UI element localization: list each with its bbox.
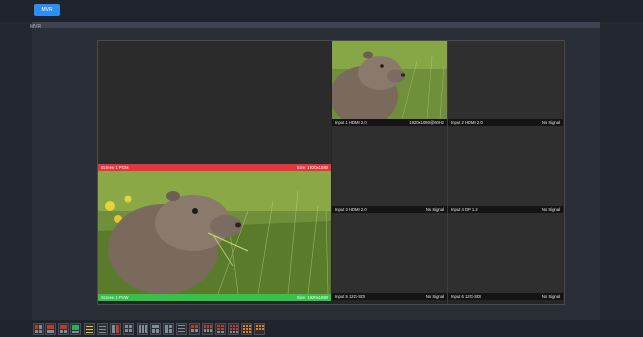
input-2-label: Input 2 HDMI 2.0 No Signal xyxy=(448,119,563,126)
screen-pvw-name: Screen 1 PVW xyxy=(101,295,129,300)
screen-pgm-view[interactable] xyxy=(98,41,331,171)
input-5-label: Input 5 12G-SDI No Signal xyxy=(332,293,447,300)
layout-grid-icon[interactable] xyxy=(176,323,187,335)
layout-1x2-icon[interactable] xyxy=(45,323,56,335)
tab-mvr[interactable]: MVR xyxy=(34,4,60,16)
input-6-view[interactable] xyxy=(448,213,563,293)
multiviewer-app: MVR MVR Screen 1 PGM Size: 1920x1080 Scr… xyxy=(0,0,643,337)
layout-2x2-icon[interactable] xyxy=(33,323,44,335)
input-1-name: Input 1 HDMI 2.0 xyxy=(335,120,367,125)
layout-orange-grid-2-icon[interactable] xyxy=(254,323,265,335)
input-6-status: No Signal xyxy=(541,294,560,299)
layout-red-grid-icon[interactable] xyxy=(189,323,200,335)
input-5-status: No Signal xyxy=(425,294,444,299)
input-3-status: No Signal xyxy=(425,207,444,212)
input-2-name: Input 2 HDMI 2.0 xyxy=(451,120,483,125)
left-panel xyxy=(0,22,32,320)
screen-pgm-size: Size: 1920x1080 xyxy=(296,165,328,170)
input-4-label: Input 4 DP 1.2 No Signal xyxy=(448,206,563,213)
layout-8-icon[interactable] xyxy=(123,323,134,335)
input-4-status: No Signal xyxy=(541,207,560,212)
screen-pgm-bar: Screen 1 PGM Size: 1920x1080 xyxy=(98,164,331,171)
screen-pvw-bar: Screen 1 PVW Size: 1920x1080 xyxy=(98,294,331,301)
layout-quad-icon[interactable] xyxy=(97,323,108,335)
layout-orange-grid-icon[interactable] xyxy=(241,323,252,335)
marmot-image xyxy=(98,171,331,294)
screen-pgm-name: Screen 1 PGM xyxy=(101,165,129,170)
input-5-view[interactable] xyxy=(332,213,447,293)
layout-12-icon[interactable] xyxy=(150,323,161,335)
input-5-name: Input 5 12G-SDI xyxy=(335,294,366,299)
panel-title: MVR xyxy=(30,24,42,30)
layout-red-grid-2-icon[interactable] xyxy=(202,323,213,335)
input-3-view[interactable] xyxy=(332,126,447,206)
input-1-view[interactable] xyxy=(332,41,447,119)
input-3-label: Input 3 HDMI 2.0 No Signal xyxy=(332,206,447,213)
input-3-name: Input 3 HDMI 2.0 xyxy=(335,207,367,212)
layout-9-icon[interactable] xyxy=(137,323,148,335)
input-1-label: Input 1 HDMI 2.0 1920x1080@60Hz xyxy=(332,119,447,126)
input-6-name: Input 6 12G-SDI xyxy=(451,294,482,299)
layout-16-icon[interactable] xyxy=(163,323,174,335)
grid-divider xyxy=(447,41,448,304)
input-1-status: 1920x1080@60Hz xyxy=(409,120,444,125)
right-panel xyxy=(600,22,643,320)
layout-stack-icon[interactable] xyxy=(70,323,81,335)
screen-pvw-size: Size: 1920x1080 xyxy=(296,295,328,300)
layout-red-grid-4-icon[interactable] xyxy=(228,323,239,335)
layout-3col-icon[interactable] xyxy=(84,323,95,335)
input-2-status: No Signal xyxy=(541,120,560,125)
input-6-label: Input 6 12G-SDI No Signal xyxy=(448,293,563,300)
input-2-view[interactable] xyxy=(448,41,563,119)
layout-red-grid-3-icon[interactable] xyxy=(215,323,226,335)
top-bar: MVR xyxy=(0,0,643,22)
layout-toolbar xyxy=(0,320,643,337)
sub-header-strip xyxy=(0,22,643,28)
input-4-view[interactable] xyxy=(448,126,563,206)
layout-split-icon[interactable] xyxy=(58,323,69,335)
input-4-name: Input 4 DP 1.2 xyxy=(451,207,478,212)
screen-pvw-view[interactable] xyxy=(98,171,331,294)
layout-6-icon[interactable] xyxy=(110,323,121,335)
marmot-thumbnail xyxy=(332,41,447,119)
